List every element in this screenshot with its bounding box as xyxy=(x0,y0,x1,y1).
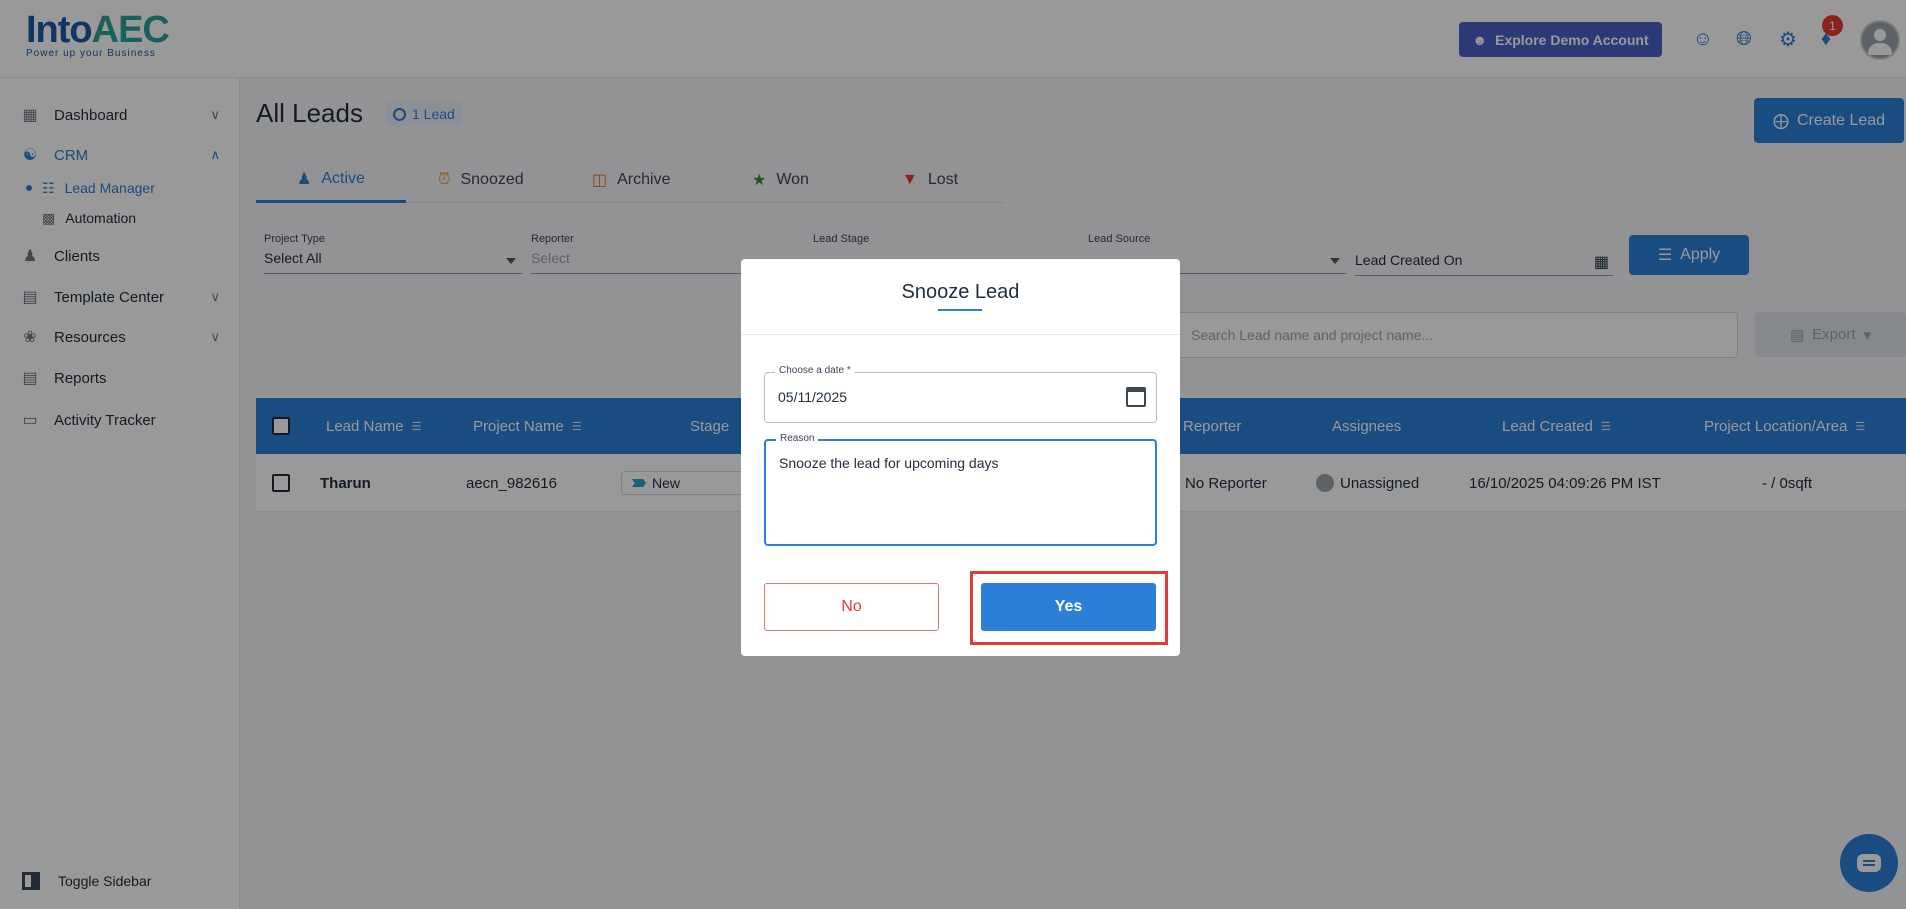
snooze-lead-dialog: Snooze Lead Choose a date * 05/11/2025 R… xyxy=(741,259,1180,656)
reason-value: Snooze the lead for upcoming days xyxy=(779,455,999,471)
title-underline xyxy=(938,309,982,311)
date-picker-field[interactable]: Choose a date * 05/11/2025 xyxy=(764,365,1157,423)
dialog-title: Snooze Lead xyxy=(901,281,1020,303)
no-button[interactable]: No xyxy=(764,583,939,631)
date-value: 05/11/2025 xyxy=(778,389,848,405)
dialog-divider xyxy=(741,334,1180,335)
yes-button-highlight xyxy=(970,571,1168,645)
reason-field-label: Reason xyxy=(776,433,819,444)
calendar-icon[interactable] xyxy=(1126,387,1146,407)
reason-textarea[interactable]: Reason Snooze the lead for upcoming days xyxy=(764,433,1157,546)
date-field-label: Choose a date * xyxy=(775,365,855,376)
